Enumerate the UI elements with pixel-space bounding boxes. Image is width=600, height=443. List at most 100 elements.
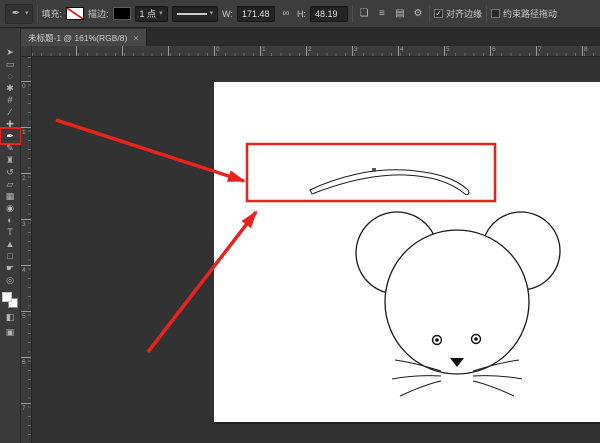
divider <box>351 4 353 23</box>
width-label: W: <box>222 8 233 19</box>
eyedropper-tool-icon: ∕ <box>9 107 11 117</box>
chevron-down-icon: ▾ <box>159 10 163 17</box>
tool-spot-healing-brush-tool[interactable]: ✚ <box>2 118 19 130</box>
chevron-down-icon: ▾ <box>209 10 214 17</box>
tail-anchor-point <box>372 168 376 172</box>
close-tab-icon[interactable]: × <box>133 33 138 43</box>
screen-mode-icon: ▣ <box>5 327 15 337</box>
tool-zoom-tool[interactable]: ◎ <box>2 274 19 286</box>
ruler-number: 7 <box>22 405 26 412</box>
tool-eraser-tool[interactable]: ▱ <box>2 178 19 190</box>
history-brush-tool-icon: ↺ <box>6 167 14 177</box>
stroke-label: 描边: <box>88 9 109 19</box>
quick-mask-button[interactable]: ◧ <box>2 311 19 323</box>
blur-tool-icon: ◉ <box>6 203 14 213</box>
pen-tool-icon: ✒ <box>6 131 14 141</box>
shape-width-input[interactable]: 171.48 <box>236 5 275 22</box>
constrain-path-checkbox[interactable]: 约束路径拖动 <box>490 7 557 20</box>
path-operations-icon[interactable]: ❏ <box>357 8 371 19</box>
stroke-type-dropdown[interactable]: ▾ <box>171 5 219 22</box>
lasso-tool-icon: ◌ <box>7 71 13 81</box>
shape-height-input[interactable]: 48.19 <box>309 5 348 22</box>
crop-tool-icon: # <box>7 95 13 105</box>
quick-selection-tool-icon: ✱ <box>6 83 14 93</box>
stroke-color-swatch[interactable] <box>112 7 131 20</box>
path-arrangement-icon[interactable]: ▤ <box>393 8 407 19</box>
fill-color-swatch[interactable] <box>66 7 85 20</box>
gradient-tool-icon: ▦ <box>5 191 15 201</box>
ruler-number: 7 <box>538 46 542 53</box>
ruler-number: 4 <box>400 46 404 53</box>
ruler-number: 8 <box>584 46 588 53</box>
ruler-number: 0 <box>216 46 220 53</box>
brush-tool-icon: ✎ <box>6 143 14 153</box>
align-edges-label: 对齐边缘 <box>445 9 482 19</box>
path-selection-tool-icon: ▲ <box>5 239 15 249</box>
ruler-number: 4 <box>22 267 26 274</box>
tool-preset-dropdown[interactable]: ✒ ▾ <box>5 3 33 24</box>
fill-label: 填充: <box>41 9 63 19</box>
move-tool-icon: ➤ <box>6 47 14 57</box>
tool-horizontal-type-tool[interactable]: T <box>2 226 19 238</box>
mouse-right-eye <box>470 333 482 345</box>
photoshop-window: ✒ ▾ 填充: 描边: 1 点 ▾ ▾ W: 171.48 ∞ H: 48.19… <box>0 0 600 443</box>
ruler-number: 1 <box>262 46 266 53</box>
divider <box>36 4 38 23</box>
constrain-path-label: 约束路径拖动 <box>502 9 557 19</box>
rectangle-tool-icon: □ <box>7 251 13 261</box>
options-bar: ✒ ▾ 填充: 描边: 1 点 ▾ ▾ W: 171.48 ∞ H: 48.19… <box>0 0 600 28</box>
gear-icon[interactable]: ⚙ <box>411 8 425 19</box>
quick-mask-icon: ◧ <box>5 312 15 322</box>
tool-blur-tool[interactable]: ◉ <box>2 202 19 214</box>
checkbox-checked-icon: ✓ <box>433 8 443 18</box>
rectangular-marquee-tool-icon: ▭ <box>5 59 15 69</box>
tool-move-tool[interactable]: ➤ <box>2 46 19 58</box>
ruler-number: 2 <box>22 175 26 182</box>
tool-rectangle-tool[interactable]: □ <box>2 250 19 262</box>
chevron-down-icon: ▾ <box>25 10 29 17</box>
color-swatches[interactable] <box>2 292 18 308</box>
mouse-head <box>384 229 530 375</box>
eraser-tool-icon: ▱ <box>6 179 14 189</box>
tool-brush-tool[interactable]: ✎ <box>2 142 19 154</box>
clone-stamp-tool-icon: ♜ <box>5 155 15 165</box>
ruler-number: 0 <box>22 83 26 90</box>
tool-dodge-tool[interactable]: ◐ <box>2 214 19 226</box>
canvas-area[interactable] <box>32 57 600 443</box>
stroke-width-field[interactable]: 1 点 ▾ <box>134 5 168 22</box>
dodge-tool-icon: ◐ <box>7 215 13 225</box>
mouse-drawing <box>214 82 600 424</box>
tool-path-selection-tool[interactable]: ▲ <box>2 238 19 250</box>
tool-clone-stamp-tool[interactable]: ♜ <box>2 154 19 166</box>
divider <box>428 4 430 23</box>
align-edges-checkbox[interactable]: ✓ 对齐边缘 <box>433 7 482 20</box>
zoom-tool-icon: ◎ <box>6 275 14 285</box>
document-tab[interactable]: 未标题-1 @ 161%(RGB/8) × <box>21 29 147 47</box>
tool-crop-tool[interactable]: # <box>2 94 19 106</box>
spot-healing-brush-tool-icon: ✚ <box>6 119 14 129</box>
tool-eyedropper-tool[interactable]: ∕ <box>2 106 19 118</box>
ruler-number: 5 <box>446 46 450 53</box>
path-alignment-icon[interactable]: ≡ <box>375 8 389 19</box>
ruler-number: 1 <box>22 129 26 136</box>
ruler-corner <box>21 46 32 57</box>
horizontal-ruler[interactable]: 0 1 2 3 4 5 6 7 8 <box>32 46 600 57</box>
ruler-number: 3 <box>22 221 26 228</box>
vertical-ruler[interactable]: 0 1 2 3 4 5 6 7 <box>21 57 32 443</box>
tool-rectangular-marquee-tool[interactable]: ▭ <box>2 58 19 70</box>
divider <box>485 4 487 23</box>
screen-mode-button[interactable]: ▣ <box>2 326 19 338</box>
tool-gradient-tool[interactable]: ▦ <box>2 190 19 202</box>
pen-tool-preset-icon: ✒ <box>11 8 21 19</box>
tool-lasso-tool[interactable]: ◌ <box>2 70 19 82</box>
tool-pen-tool[interactable]: ✒ <box>0 127 22 145</box>
tool-hand-tool[interactable]: ☛ <box>2 262 19 274</box>
link-dimensions-icon[interactable]: ∞ <box>279 8 293 19</box>
foreground-color-swatch[interactable] <box>2 292 12 302</box>
hand-tool-icon: ☛ <box>5 263 15 273</box>
tool-quick-selection-tool[interactable]: ✱ <box>2 82 19 94</box>
horizontal-type-tool-icon: T <box>7 227 13 237</box>
height-label: H: <box>296 8 306 19</box>
ruler-number: 6 <box>22 359 26 366</box>
tool-history-brush-tool[interactable]: ↺ <box>2 166 19 178</box>
